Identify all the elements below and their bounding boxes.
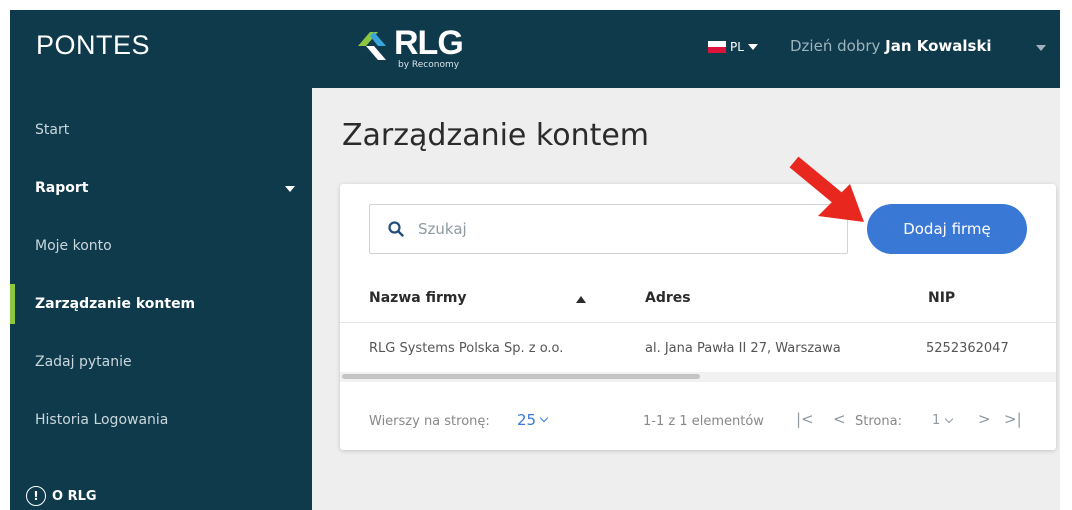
column-header-company[interactable]: Nazwa firmy — [369, 290, 467, 306]
chevron-down-icon — [539, 413, 549, 423]
next-page-icon[interactable]: > — [978, 410, 991, 428]
sidebar: Start Raport Moje konto Zarządzanie kont… — [10, 88, 312, 510]
greeting-text: Dzień dobry — [790, 37, 881, 55]
page-label: Strona: — [855, 414, 902, 429]
horizontal-scrollbar[interactable] — [340, 372, 1056, 382]
logo-icon — [358, 32, 386, 60]
sidebar-item-label: Start — [35, 122, 70, 138]
rows-per-page-select[interactable]: 25 — [517, 411, 549, 429]
brand-name: PONTES — [36, 30, 151, 60]
sidebar-item-label: Zarządzanie kontem — [35, 296, 196, 312]
cell-nip: 5252362047 — [926, 341, 1009, 356]
search-placeholder: Szukaj — [418, 220, 467, 238]
header-divider — [340, 322, 1056, 323]
app: PONTES RLG by Reconomy PL Dzień dobry Ja… — [10, 10, 1060, 510]
add-company-button[interactable]: Dodaj firmę — [867, 204, 1027, 254]
sidebar-item-historia-logowania[interactable]: Historia Logowania — [10, 400, 312, 440]
sidebar-item-label: Raport — [35, 180, 89, 196]
user-name: Jan Kowalski — [885, 37, 992, 55]
sidebar-item-moje-konto[interactable]: Moje konto — [10, 226, 312, 266]
sidebar-item-label: Zadaj pytanie — [35, 354, 132, 370]
cell-address: al. Jana Pawła II 27, Warszawa — [645, 341, 841, 356]
caret-down-icon — [747, 44, 758, 50]
first-page-icon[interactable]: |< — [796, 410, 814, 428]
page-value: 1 — [932, 413, 941, 428]
prev-page-icon[interactable]: < — [833, 410, 846, 428]
scrollbar-thumb[interactable] — [342, 374, 700, 379]
last-page-icon[interactable]: >| — [1004, 410, 1022, 428]
column-header-address[interactable]: Adres — [645, 290, 691, 306]
sidebar-item-zadaj-pytanie[interactable]: Zadaj pytanie — [10, 342, 312, 382]
info-icon: ! — [26, 486, 46, 506]
logo-text: RLG — [394, 24, 464, 62]
cell-company: RLG Systems Polska Sp. z o.o. — [369, 341, 564, 356]
page-select[interactable]: 1 — [932, 413, 954, 428]
caret-down-icon — [285, 186, 295, 192]
column-header-nip[interactable]: NIP — [928, 290, 955, 306]
sort-asc-icon[interactable] — [576, 296, 586, 303]
user-menu-caret-icon[interactable] — [1036, 45, 1046, 51]
flag-icon — [708, 41, 726, 53]
sidebar-item-start[interactable]: Start — [10, 110, 312, 150]
top-header: PONTES RLG by Reconomy PL Dzień dobry Ja… — [10, 10, 1060, 88]
chevron-down-icon — [945, 414, 954, 423]
sidebar-item-zarzadzanie-kontem[interactable]: Zarządzanie kontem — [10, 284, 312, 324]
logo-subtitle: by Reconomy — [398, 60, 460, 70]
rows-per-page-value: 25 — [517, 411, 537, 429]
sidebar-item-raport[interactable]: Raport — [10, 168, 312, 208]
accounts-card: Szukaj Dodaj firmę Nazwa firmy Adres NIP… — [340, 184, 1056, 450]
page-title: Zarządzanie kontem — [342, 118, 650, 153]
language-selector[interactable]: PL — [708, 40, 758, 54]
about-label: O RLG — [52, 488, 97, 504]
rows-per-page-label: Wierszy na stronę: — [369, 414, 490, 429]
pagination-range: 1-1 z 1 elementów — [643, 414, 764, 429]
sidebar-item-label: Moje konto — [35, 238, 112, 254]
annotation-arrow-icon — [789, 156, 864, 222]
search-icon — [388, 221, 404, 237]
rlg-logo: RLG by Reconomy — [352, 24, 482, 76]
sidebar-item-label: Historia Logowania — [35, 412, 169, 428]
user-greeting: Dzień dobry Jan Kowalski — [790, 37, 992, 55]
about-link[interactable]: ! O RLG — [26, 486, 97, 506]
search-input[interactable]: Szukaj — [369, 204, 848, 254]
language-label: PL — [730, 40, 744, 54]
